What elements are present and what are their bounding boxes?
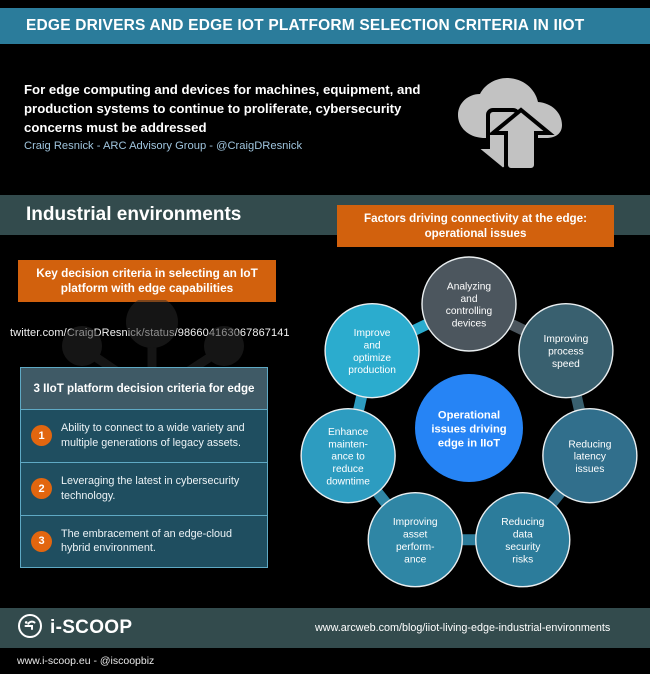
banner-factors-driving-connectivity: Factors driving connectivity at the edge…: [337, 205, 614, 247]
list-item-number: 2: [31, 478, 52, 500]
list-item-label: Ability to connect to a wide variety and…: [61, 422, 245, 449]
list-item: 3 The embracement of an edge-cloud hybri…: [21, 516, 267, 568]
hero-attribution: Craig Resnick - ARC Advisory Group - @Cr…: [24, 140, 303, 152]
cycle-node-label: Enhance mainten-ance to reduce downtime: [326, 427, 370, 488]
cycle-node: Reducing data security risks: [475, 492, 571, 588]
cycle-node-label: Improve and optimize production: [348, 328, 396, 376]
list-item-label: Leveraging the latest in cybersecurity t…: [61, 474, 240, 502]
cycle-center-label: Operational issues driving edge in IIoT: [431, 410, 506, 450]
section-title: Industrial environments: [26, 204, 242, 225]
list-item-label: The embracement of an edge-cloud hybrid …: [61, 527, 233, 555]
cycle-node-label: Analyzing and controlling devices: [446, 281, 493, 329]
cycle-node: Improving asset perform-ance: [367, 492, 463, 588]
criteria-card-heading: 3 IIoT platform decision criteria for ed…: [21, 368, 267, 410]
cycle-node: Improve and optimize production: [324, 302, 420, 399]
brand-name: i-SCOOP: [50, 617, 133, 638]
footer-site-handle[interactable]: www.i-scoop.eu - @iscoopbiz: [17, 655, 154, 667]
list-item-number: 1: [31, 425, 52, 447]
page-title: EDGE DRIVERS AND EDGE IOT PLATFORM SELEC…: [26, 17, 585, 34]
title-band: EDGE DRIVERS AND EDGE IOT PLATFORM SELEC…: [0, 8, 650, 44]
brand: i-SCOOP: [0, 613, 132, 644]
cycle-node: Improving process speed: [518, 302, 614, 399]
list-item: 2 Leveraging the latest in cybersecurity…: [21, 463, 267, 516]
cycle-node: Reducing latency issues: [542, 407, 638, 504]
list-item-number: 3: [31, 530, 52, 552]
list-item: 1 Ability to connect to a wide variety a…: [21, 410, 267, 463]
cloud-upload-download-icon: [452, 78, 572, 175]
cycle-node: Analyzing and controlling devices: [421, 256, 517, 352]
i-scoop-circle-logo-icon: [17, 613, 43, 644]
banner-key-decision-criteria: Key decision criteria in selecting an Io…: [18, 260, 276, 302]
criteria-card: 3 IIoT platform decision criteria for ed…: [20, 367, 268, 569]
footer-source-url[interactable]: www.arcweb.com/blog/iiot-living-edge-ind…: [315, 608, 610, 648]
footer-band: i-SCOOP www.arcweb.com/blog/iiot-living-…: [0, 608, 650, 648]
hero-quote: For edge computing and devices for machi…: [24, 82, 421, 136]
cycle-node: Enhance mainten-ance to reduce downtime: [300, 407, 396, 504]
operational-issues-cycle-diagram: Analyzing and controlling devices Improving p…: [288, 248, 650, 608]
